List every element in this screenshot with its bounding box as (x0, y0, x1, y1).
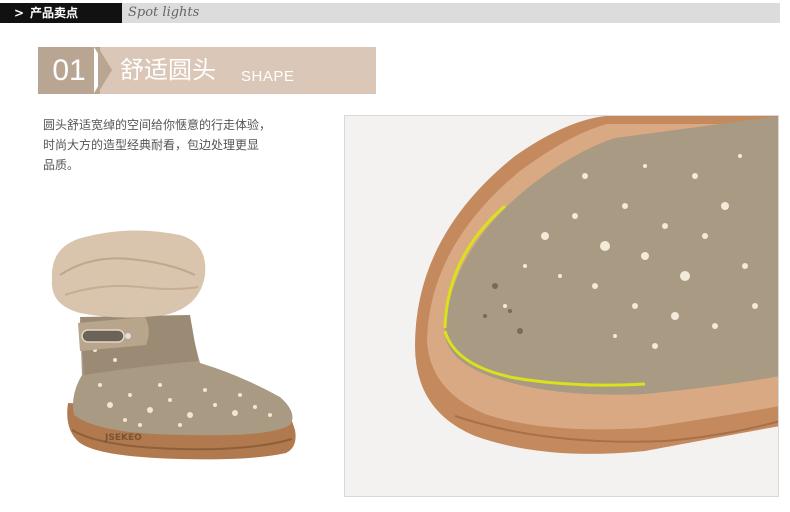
description-line: 时尚大方的造型经典耐看，包边处理更显 (43, 138, 260, 152)
toe-closeup-photo (344, 115, 779, 497)
feature-title: 舒适圆头 (120, 56, 216, 84)
sole-brand: JSEKEO (104, 433, 142, 443)
description-line: 圆头舒适宽绰的空间给你惬意的行走体验， (43, 118, 272, 132)
section-header-bar: > 产品卖点 Spot lights (0, 3, 780, 23)
toe-closeup-illustration (345, 116, 778, 496)
chevron-right-icon: > (14, 6, 25, 20)
fur-collar (51, 230, 206, 318)
buckle-icon (81, 329, 125, 343)
boot-product-image: JSEKEO (40, 225, 305, 475)
description-line: 品质。 (43, 158, 80, 172)
feature-banner: 01 舒适圆头 SHAPE (38, 47, 376, 94)
section-tag-label: 产品卖点 (30, 6, 79, 20)
feature-description: 圆头舒适宽绰的空间给你惬意的行走体验， 时尚大方的造型经典耐看，包边处理更显 品… (43, 115, 313, 175)
section-subtitle: Spot lights (128, 5, 200, 20)
feature-number: 01 (38, 47, 100, 94)
boot-illustration: JSEKEO (51, 230, 296, 460)
banner-notch (98, 47, 112, 93)
feature-title-en: SHAPE (241, 68, 295, 85)
section-tag: > 产品卖点 (0, 3, 122, 23)
